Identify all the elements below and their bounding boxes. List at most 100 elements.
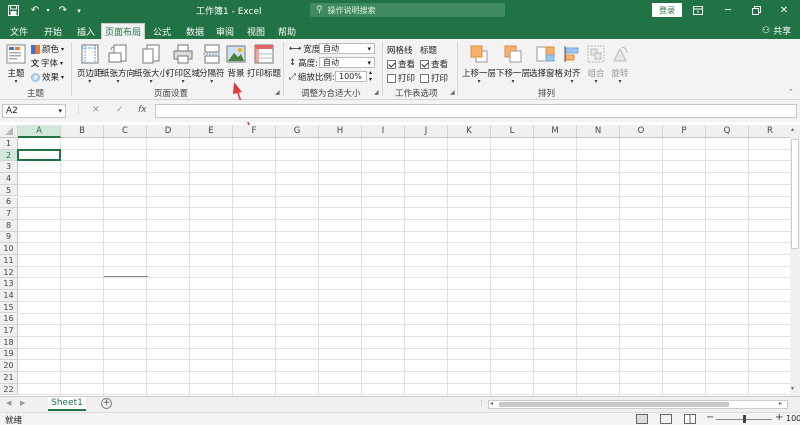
horizontal-scrollbar[interactable]: ◂ ▸ [488, 400, 788, 409]
group-objects-button[interactable]: 组合 ▾ [585, 43, 607, 85]
row-header-11[interactable]: 11 [0, 255, 18, 267]
tab-3[interactable]: 页面布局 [101, 23, 145, 39]
row-header-7[interactable]: 7 [0, 208, 18, 220]
row-header-20[interactable]: 20 [0, 360, 18, 372]
rotate-button[interactable]: 旋转 ▾ [609, 43, 631, 85]
bring-forward-button[interactable]: 上移一层 ▾ [462, 43, 496, 85]
collapse-ribbon-icon[interactable]: ⌃ [788, 88, 794, 96]
prev-sheet-icon[interactable]: ◀ [6, 399, 11, 407]
gridlines-print-checkbox[interactable]: 打印 [387, 72, 415, 84]
tab-0[interactable]: 文件 [9, 23, 29, 39]
zoom-slider-thumb[interactable] [743, 415, 746, 423]
row-header-21[interactable]: 21 [0, 372, 18, 384]
margins-button[interactable]: 页边距 ▾ [77, 43, 103, 85]
column-header-F[interactable]: F [233, 125, 276, 138]
add-sheet-icon[interactable]: + [101, 398, 112, 409]
tab-1[interactable]: 开始 [43, 23, 63, 39]
row-header-9[interactable]: 9 [0, 231, 18, 244]
redo-icon[interactable]: ↷ [56, 3, 70, 18]
column-header-I[interactable]: I [362, 125, 405, 138]
formula-input[interactable] [155, 104, 797, 118]
column-header-E[interactable]: E [190, 125, 233, 138]
column-header-P[interactable]: P [663, 125, 706, 138]
name-box[interactable]: A2 ▾ [2, 104, 66, 118]
width-select[interactable]: 自动 ▾ [319, 43, 375, 54]
themes-button[interactable]: 主题 ▾ [5, 43, 27, 85]
orientation-button[interactable]: 纸张方向 ▾ [101, 43, 135, 85]
column-header-R[interactable]: R [749, 125, 790, 138]
tab-7[interactable]: 视图 [246, 23, 266, 39]
scroll-thumb[interactable] [791, 139, 799, 249]
row-header-18[interactable]: 18 [0, 336, 18, 349]
scroll-down-icon[interactable]: ▾ [791, 385, 794, 392]
row-header-12[interactable]: 12 [0, 266, 18, 279]
column-header-L[interactable]: L [491, 125, 534, 138]
column-header-O[interactable]: O [620, 125, 663, 138]
row-header-14[interactable]: 14 [0, 290, 18, 302]
undo-dropdown-icon[interactable]: ▾ [44, 3, 52, 18]
fonts-button[interactable]: 文 字体 ▾ [31, 57, 63, 70]
selection-pane-button[interactable]: 选择窗格 [529, 43, 563, 79]
ribbon-display-options-icon[interactable] [688, 2, 708, 19]
customize-quick-access-icon[interactable]: ▾ [74, 3, 84, 18]
row-header-19[interactable]: 19 [0, 348, 18, 361]
search-box[interactable]: ⚲ 操作说明搜索 [310, 3, 505, 17]
undo-icon[interactable]: ↶ [28, 3, 42, 18]
colors-button[interactable]: 颜色 ▾ [31, 43, 64, 55]
row-header-8[interactable]: 8 [0, 219, 18, 232]
row-header-2[interactable]: 2 [0, 149, 18, 162]
column-header-B[interactable]: B [61, 125, 104, 138]
row-header-1[interactable]: 1 [0, 138, 18, 150]
print-area-button[interactable]: 打印区域 ▾ [166, 43, 200, 85]
column-header-Q[interactable]: Q [706, 125, 749, 138]
next-sheet-icon[interactable]: ▶ [20, 399, 25, 407]
send-backward-button[interactable]: 下移一层 ▾ [496, 43, 530, 85]
effects-button[interactable]: 效果 ▾ [31, 71, 64, 83]
headings-print-checkbox[interactable]: 打印 [420, 72, 448, 84]
zoom-out-icon[interactable]: − [706, 412, 714, 423]
column-header-N[interactable]: N [577, 125, 620, 138]
vertical-scrollbar[interactable]: ▴ ▾ [790, 125, 800, 396]
zoom-level[interactable]: 100% [786, 414, 800, 423]
print-titles-button[interactable]: 打印标题 [247, 43, 281, 79]
cancel-icon[interactable]: ✕ [92, 105, 100, 115]
row-header-16[interactable]: 16 [0, 313, 18, 326]
dialog-launcher-icon[interactable]: ◢ [275, 89, 280, 96]
scale-input[interactable]: 100% [335, 71, 367, 82]
restore-icon[interactable] [746, 2, 766, 19]
zoom-in-icon[interactable]: + [775, 412, 783, 423]
column-header-G[interactable]: G [276, 125, 319, 138]
column-header-J[interactable]: J [405, 125, 448, 138]
headings-view-checkbox[interactable]: 查看 [420, 58, 448, 70]
row-header-4[interactable]: 4 [0, 173, 18, 185]
column-header-D[interactable]: D [147, 125, 190, 138]
save-icon[interactable] [6, 3, 20, 18]
h-scroll-thumb[interactable] [499, 402, 729, 407]
background-button[interactable]: 背景 [225, 43, 247, 79]
scroll-right-icon[interactable]: ▸ [779, 400, 782, 407]
row-header-10[interactable]: 10 [0, 243, 18, 255]
tab-2[interactable]: 插入 [76, 23, 96, 39]
tab-6[interactable]: 审阅 [215, 23, 235, 39]
column-header-A[interactable]: A [18, 125, 61, 138]
height-select[interactable]: 自动 ▾ [319, 57, 375, 68]
size-button[interactable]: 纸张大小 ▾ [134, 43, 168, 85]
scroll-up-icon[interactable]: ▴ [791, 126, 794, 133]
row-header-5[interactable]: 5 [0, 184, 18, 197]
enter-icon[interactable]: ✓ [116, 105, 124, 115]
row-header-22[interactable]: 22 [0, 383, 18, 396]
gridlines-view-checkbox[interactable]: 查看 [387, 58, 415, 70]
minimize-icon[interactable]: ─ [718, 2, 738, 19]
row-header-15[interactable]: 15 [0, 301, 18, 314]
breaks-button[interactable]: 分隔符 ▾ [199, 43, 225, 85]
dialog-launcher-icon[interactable]: ◢ [450, 89, 455, 96]
column-header-C[interactable]: C [104, 125, 147, 138]
scroll-left-icon[interactable]: ◂ [490, 400, 493, 407]
column-header-M[interactable]: M [534, 125, 577, 138]
select-all-corner[interactable] [0, 125, 18, 138]
share-button[interactable]: ⚇ 共享 [762, 24, 791, 38]
page-break-view-icon[interactable] [684, 414, 696, 424]
row-header-17[interactable]: 17 [0, 325, 18, 337]
insert-function-icon[interactable]: fx [138, 105, 147, 115]
column-header-H[interactable]: H [319, 125, 362, 138]
